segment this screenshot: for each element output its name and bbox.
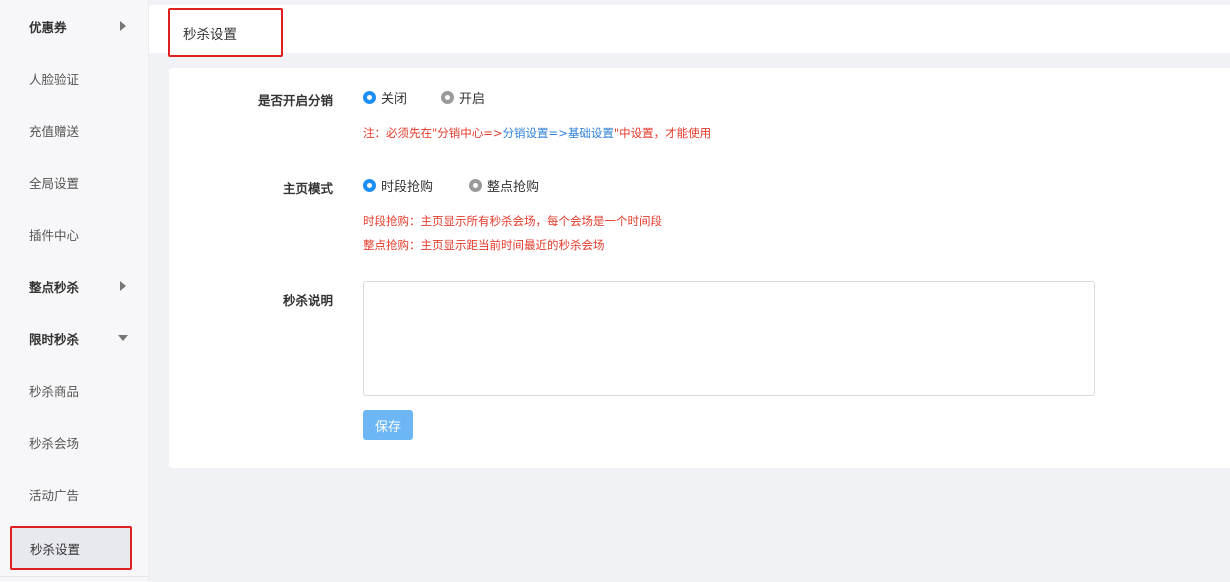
description-textarea[interactable] [363, 281, 1095, 396]
note-prefix: 注：必须先在"分销中心=> [363, 126, 503, 140]
home-mode-label: 主页模式 [282, 181, 333, 196]
home-mode-hint-timeslot: 时段抢购：主页显示所有秒杀会场，每个会场是一个时间段 [363, 214, 662, 228]
distribution-off-radio[interactable]: 关闭 [363, 88, 407, 107]
radio-checked-icon [363, 179, 376, 192]
sidebar-item-label: 优惠券 [29, 19, 67, 35]
radio-label: 整点抢购 [487, 180, 540, 195]
sidebar-item-flash-sale-settings[interactable]: 秒杀设置 [10, 526, 132, 570]
sidebar-item-label: 秒杀商品 [29, 383, 80, 399]
note-suffix: "中设置，才能使用 [613, 126, 712, 140]
sidebar-group-coupon[interactable]: 优惠券 [0, 0, 148, 52]
sidebar-item-flash-sale-venues[interactable]: 秒杀会场 [0, 416, 148, 468]
home-mode-hourly-radio[interactable]: 整点抢购 [469, 176, 539, 195]
radio-label: 时段抢购 [381, 180, 434, 195]
radio-label: 关闭 [381, 92, 408, 107]
sidebar-item-label: 插件中心 [29, 227, 80, 243]
distribution-note: 注：必须先在"分销中心=>分销设置=>基础设置"中设置，才能使用 [363, 125, 711, 141]
note-path: 分销设置=>基础设置 [502, 126, 614, 140]
sidebar-item-label: 充值赠送 [29, 123, 80, 139]
description-label: 秒杀说明 [282, 293, 333, 308]
divider [148, 0, 149, 582]
sidebar-item-label: 活动广告 [29, 487, 80, 503]
sidebar-group-limited-flash-sale[interactable]: 限时秒杀 [0, 312, 148, 364]
sidebar-item-label: 全局设置 [29, 175, 80, 191]
chevron-right-icon [120, 281, 126, 291]
distribution-label: 是否开启分销 [257, 93, 333, 108]
sidebar-item-label: 秒杀设置 [30, 541, 81, 557]
page-header [149, 5, 1230, 53]
chevron-down-icon [118, 335, 128, 341]
sidebar-item-flash-sale-products[interactable]: 秒杀商品 [0, 364, 148, 416]
page-title: 秒杀设置 [168, 8, 283, 57]
sidebar-item-face-verify[interactable]: 人脸验证 [0, 52, 148, 104]
chevron-right-icon [120, 21, 126, 31]
sidebar-group-hourly-flash-sale[interactable]: 整点秒杀 [0, 260, 148, 312]
sidebar-item-recharge-gift[interactable]: 充值赠送 [0, 104, 148, 156]
sidebar: 优惠券 人脸验证 充值赠送 全局设置 插件中心 整点秒杀 限时秒杀 秒杀商品 秒… [0, 0, 148, 582]
sidebar-item-activity-ads[interactable]: 活动广告 [0, 468, 148, 520]
sidebar-item-label: 秒杀会场 [29, 435, 80, 451]
sidebar-item-label: 人脸验证 [29, 71, 80, 87]
sidebar-item-global-settings[interactable]: 全局设置 [0, 156, 148, 208]
sidebar-item-label: 整点秒杀 [29, 279, 80, 295]
save-button[interactable]: 保存 [363, 410, 413, 440]
sidebar-item-plugin-center[interactable]: 插件中心 [0, 208, 148, 260]
sidebar-item-label: 限时秒杀 [29, 331, 80, 347]
home-mode-timeslot-radio[interactable]: 时段抢购 [363, 176, 433, 195]
radio-unchecked-icon [441, 91, 454, 104]
radio-unchecked-icon [469, 179, 482, 192]
radio-label: 开启 [459, 92, 486, 107]
home-mode-hint-hourly: 整点抢购：主页显示距当前时间最近的秒杀会场 [363, 238, 605, 252]
divider [0, 576, 148, 577]
radio-checked-icon [363, 91, 376, 104]
distribution-on-radio[interactable]: 开启 [441, 88, 485, 107]
